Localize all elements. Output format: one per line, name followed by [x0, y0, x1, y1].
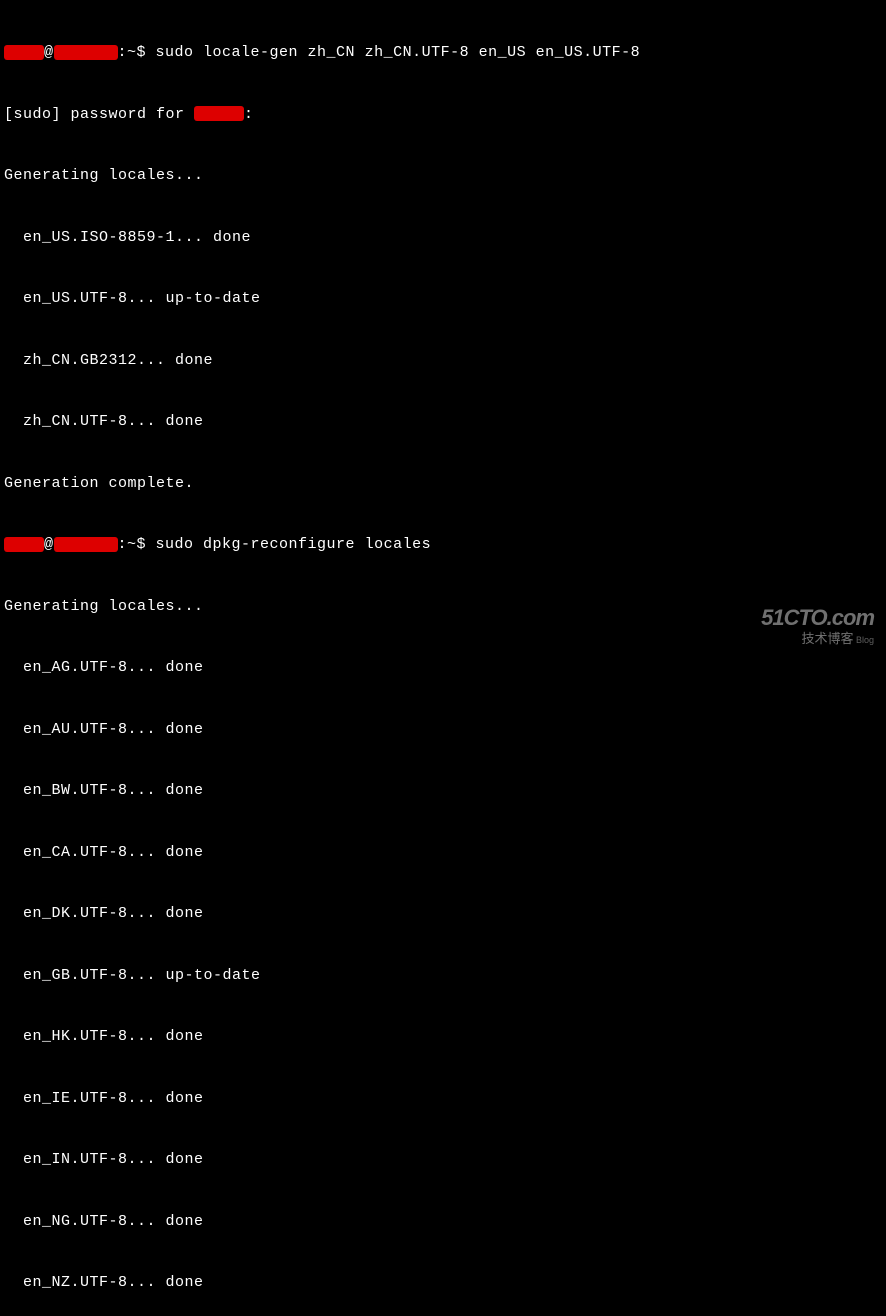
prompt-path: :~$ [118, 536, 156, 553]
locale-line: zh_CN.UTF-8... done [4, 412, 882, 433]
locale-line: en_IE.UTF-8... done [4, 1089, 882, 1110]
at-symbol: @ [44, 44, 54, 61]
terminal-output[interactable]: @ :~$ sudo locale-gen zh_CN zh_CN.UTF-8 e… [4, 2, 882, 1316]
prompt-line-2: @ :~$ sudo dpkg-reconfigure locales [4, 535, 882, 556]
sudo-suffix: : [244, 106, 254, 123]
locale-line: en_US.ISO-8859-1... done [4, 228, 882, 249]
sudo-line: [sudo] password for : [4, 105, 882, 126]
locale-line: zh_CN.GB2312... done [4, 351, 882, 372]
watermark-site: 51CTO.com [761, 608, 874, 629]
watermark-blog: Blog [853, 635, 874, 645]
locale-line: en_AU.UTF-8... done [4, 720, 882, 741]
redacted-user-2 [194, 106, 244, 121]
redacted-host [54, 45, 118, 60]
locale-line: en_US.UTF-8... up-to-date [4, 289, 882, 310]
redacted-host [54, 537, 118, 552]
prompt-path: :~$ [118, 44, 156, 61]
redacted-user [4, 45, 44, 60]
locale-line: en_AG.UTF-8... done [4, 658, 882, 679]
locale-line: en_IN.UTF-8... done [4, 1150, 882, 1171]
prompt-line-1: @ :~$ sudo locale-gen zh_CN zh_CN.UTF-8 e… [4, 43, 882, 64]
locale-line: en_NZ.UTF-8... done [4, 1273, 882, 1294]
locale-line: en_BW.UTF-8... done [4, 781, 882, 802]
locale-line: en_DK.UTF-8... done [4, 904, 882, 925]
command-1: sudo locale-gen zh_CN zh_CN.UTF-8 en_US … [156, 44, 641, 61]
locale-line: en_GB.UTF-8... up-to-date [4, 966, 882, 987]
locale-line: en_HK.UTF-8... done [4, 1027, 882, 1048]
command-2: sudo dpkg-reconfigure locales [156, 536, 432, 553]
generating-start-1: Generating locales... [4, 166, 882, 187]
sudo-prefix: [sudo] password for [4, 106, 194, 123]
generating-start-2: Generating locales... [4, 597, 882, 618]
generation-complete-1: Generation complete. [4, 474, 882, 495]
locale-line: en_CA.UTF-8... done [4, 843, 882, 864]
redacted-user [4, 537, 44, 552]
watermark-label: 技术博客 [801, 631, 853, 646]
at-symbol: @ [44, 536, 54, 553]
locale-line: en_NG.UTF-8... done [4, 1212, 882, 1233]
watermark: 51CTO.com 技术博客 Blog [761, 608, 874, 650]
